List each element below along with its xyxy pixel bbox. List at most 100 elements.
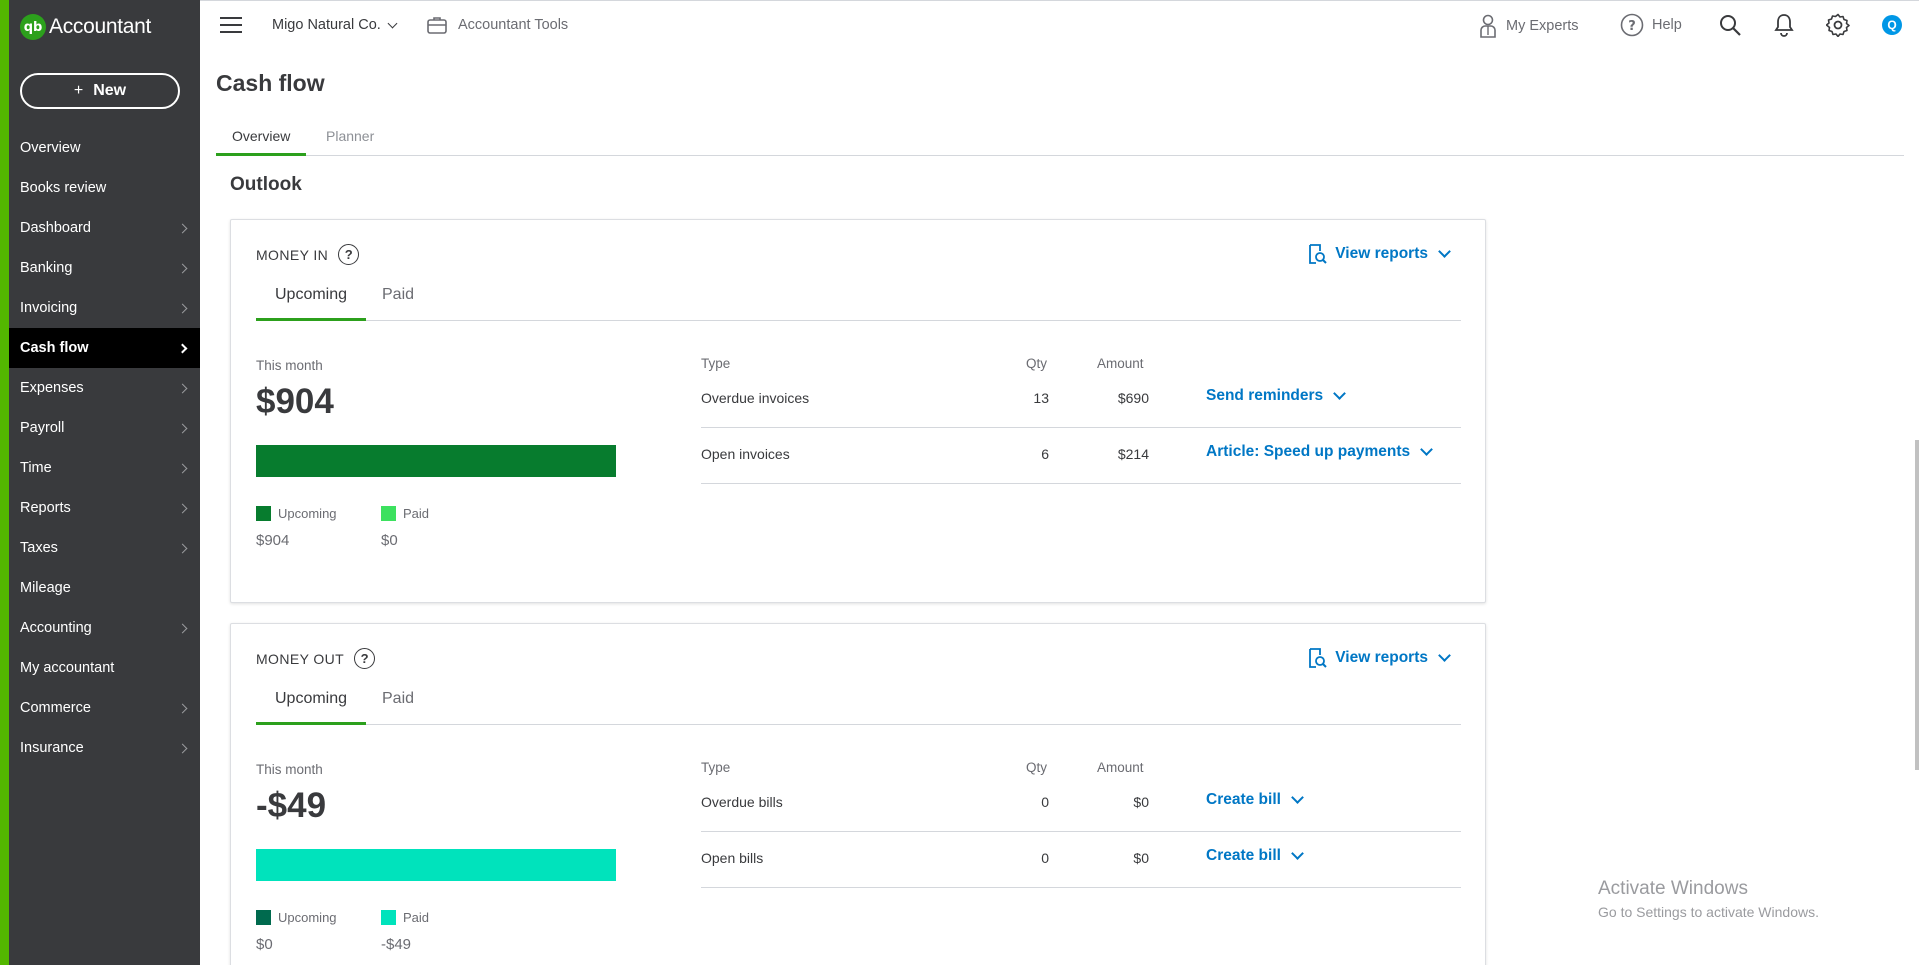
view-reports-dropdown[interactable]: View reports [1307,243,1451,265]
legend-paid: Paid [381,910,429,925]
legend-label: Upcoming [278,506,337,521]
gear-icon [1826,13,1850,37]
action-label: Create bill [1206,847,1281,864]
action-label: Article: Speed up payments [1206,443,1411,460]
money-out-total: -$49 [256,786,327,825]
sidebar-item-payroll[interactable]: Payroll [9,408,200,448]
search-button[interactable] [1718,13,1750,37]
sidebar-item-invoicing[interactable]: Invoicing [9,288,200,328]
sidebar-item-accounting[interactable]: Accounting [9,608,200,648]
sidebar-item-commerce[interactable]: Commerce [9,688,200,728]
legend-label: Upcoming [278,910,337,925]
sidebar-item-label: Invoicing [20,300,78,316]
sidebar-item-label: Time [20,460,52,476]
accountant-tools-button[interactable]: Accountant Tools [426,14,568,36]
plus-icon: + [73,82,84,99]
money-in-total: $904 [256,382,334,421]
speed-up-payments-dropdown[interactable]: Article: Speed up payments [1206,443,1434,461]
quickbooks-logo-icon: qb [20,14,46,40]
sidebar-item-my-accountant[interactable]: My accountant [9,648,200,688]
watermark-line-2: Go to Settings to activate Windows. [1598,904,1819,920]
column-header-type: Type [701,356,731,371]
chevron-down-icon [1291,791,1304,804]
windows-activation-watermark: Activate Windows Go to Settings to activ… [1598,878,1819,920]
money-out-progress-bar [256,849,616,881]
user-avatar-button[interactable]: Q [1882,15,1902,35]
tab-upcoming[interactable]: Upcoming [256,690,366,725]
action-label: Create bill [1206,791,1281,808]
sidebar-nav: Overview Books review Dashboard Banking Invo… [9,128,200,768]
bell-icon [1774,14,1794,37]
sidebar-item-overview[interactable]: Overview [9,128,200,168]
legend-value-upcoming: $0 [256,936,273,953]
legend-value-paid: -$49 [381,936,412,953]
tab-upcoming[interactable]: Upcoming [256,286,366,321]
row-amount: $0 [1133,850,1149,866]
sidebar-item-label: Insurance [20,740,84,756]
company-switcher[interactable]: Migo Natural Co. [272,17,398,33]
money-in-progress-bar [256,445,616,477]
help-icon[interactable]: ? [354,648,376,669]
view-reports-dropdown[interactable]: View reports [1307,647,1451,669]
sidebar-item-reports[interactable]: Reports [9,488,200,528]
chevron-right-icon [177,503,188,513]
money-in-card: MONEY IN ? View reports Upcoming Paid Th… [230,219,1486,603]
action-label: Send reminders [1206,387,1324,404]
send-reminders-dropdown[interactable]: Send reminders [1206,387,1347,405]
view-reports-label: View reports [1335,649,1428,666]
chevron-right-icon [177,703,188,713]
top-bar: Migo Natural Co. Accountant Tools My Exp… [200,0,1919,50]
row-amount: $214 [1117,446,1149,462]
page-scrollbar[interactable] [1915,440,1919,770]
tab-paid[interactable]: Paid [382,690,414,725]
sidebar-item-dashboard[interactable]: Dashboard [9,208,200,248]
help-icon[interactable]: ? [338,244,360,265]
create-bill-dropdown[interactable]: Create bill [1206,847,1304,865]
row-qty: 13 [1033,390,1049,406]
sidebar: qb Accountant + New Overview Books review… [0,0,200,965]
sidebar-item-label: Banking [20,260,73,276]
chevron-right-icon [177,223,188,233]
hamburger-menu-icon[interactable] [220,17,242,33]
report-search-icon [1309,244,1327,264]
sidebar-item-banking[interactable]: Banking [9,248,200,288]
chevron-down-icon [1291,847,1304,860]
tab-overview[interactable]: Overview [216,128,307,156]
sidebar-item-books-review[interactable]: Books review [9,168,200,208]
settings-button[interactable] [1826,13,1858,37]
page-tabs: Overview Planner [216,124,1904,156]
outlook-heading: Outlook [230,174,302,195]
sidebar-item-label: Commerce [20,700,91,716]
column-header-type: Type [701,760,731,775]
sidebar-item-insurance[interactable]: Insurance [9,728,200,768]
sidebar-item-mileage[interactable]: Mileage [9,568,200,608]
chevron-down-icon [1333,387,1347,400]
sidebar-item-taxes[interactable]: Taxes [9,528,200,568]
sidebar-item-time[interactable]: Time [9,448,200,488]
tab-planner[interactable]: Planner [310,128,390,156]
new-button[interactable]: + New [20,73,180,109]
sidebar-item-label: Payroll [20,420,65,436]
create-bill-dropdown[interactable]: Create bill [1206,791,1304,809]
money-in-tabs: Upcoming Paid [256,286,1461,321]
sidebar-item-label: Overview [20,140,81,156]
row-type: Overdue bills [701,794,783,810]
notifications-button[interactable] [1773,13,1803,37]
table-row: Overdue bills 0 $0 Create bill [701,776,1461,832]
sidebar-item-expenses[interactable]: Expenses [9,368,200,408]
sidebar-item-cash-flow[interactable]: Cash flow [9,328,200,368]
chevron-right-icon [177,383,188,393]
this-month-label: This month [256,358,323,373]
legend-value-paid: $0 [381,532,398,549]
tab-paid[interactable]: Paid [382,286,414,321]
sidebar-item-label: Accounting [20,620,92,636]
money-out-tabs: Upcoming Paid [256,690,1461,725]
my-experts-button[interactable]: My Experts [1478,13,1579,39]
briefcase-icon [427,17,447,34]
app-logo[interactable]: qb Accountant [20,14,151,40]
help-button[interactable]: ? Help [1620,13,1682,37]
view-reports-label: View reports [1335,245,1428,262]
sidebar-item-label: Books review [20,180,107,196]
money-in-heading: MONEY IN ? [256,244,360,265]
help-label: Help [1652,17,1682,33]
